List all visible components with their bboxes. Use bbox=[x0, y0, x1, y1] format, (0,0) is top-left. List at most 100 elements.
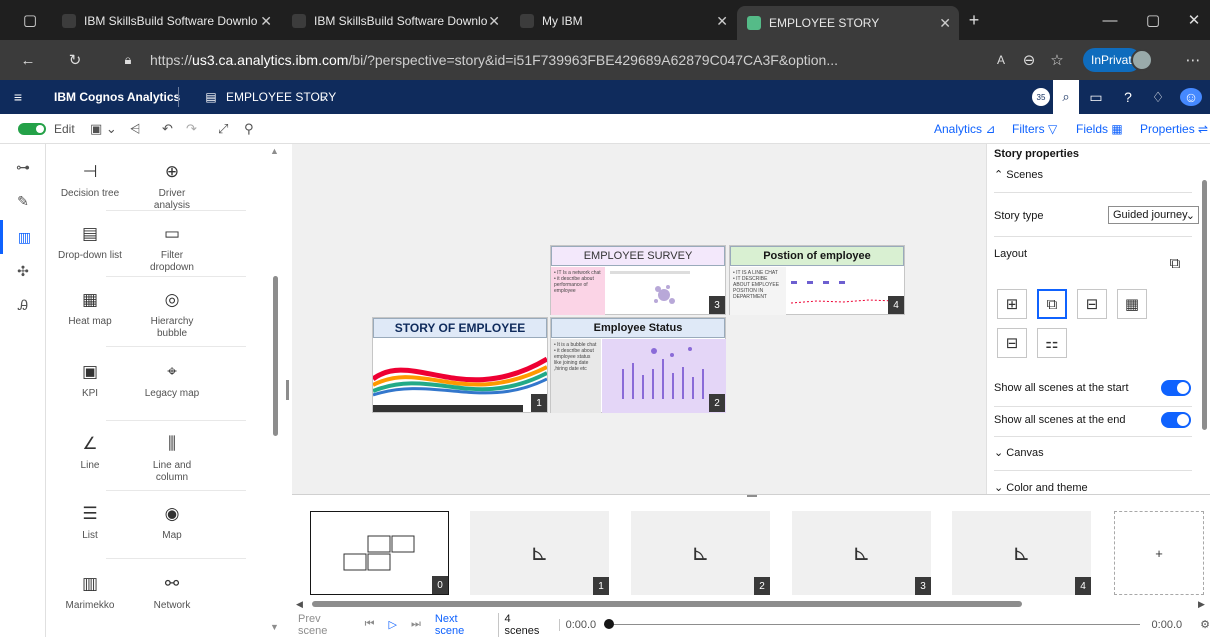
scroll-up-icon[interactable]: ▲ bbox=[270, 146, 279, 156]
new-tab-icon[interactable]: + bbox=[962, 8, 986, 32]
hamburger-menu-icon[interactable]: ≡ bbox=[8, 80, 28, 114]
search-icon[interactable]: ⌕ bbox=[1053, 80, 1079, 114]
properties-scrollbar[interactable] bbox=[1202, 180, 1207, 430]
minimize-icon[interactable]: — bbox=[1100, 10, 1120, 30]
palette-item-marimekko[interactable]: ▥ Marimekko bbox=[58, 566, 122, 634]
palette-item-heat-map[interactable]: ▦ Heat map bbox=[58, 282, 122, 350]
favorite-star-icon[interactable]: ☆ bbox=[1046, 50, 1068, 70]
canvas-section-header[interactable]: ⌄ Canvas bbox=[994, 446, 1044, 459]
close-tab-icon[interactable]: ✕ bbox=[488, 13, 500, 30]
scene-card-1[interactable]: STORY OF EMPLOYEE 1 bbox=[372, 317, 548, 413]
close-tab-icon[interactable]: ✕ bbox=[260, 13, 272, 30]
chat-icon[interactable]: ▭ bbox=[1086, 80, 1106, 114]
timeline-scrollbar[interactable] bbox=[312, 601, 1022, 607]
scene-card-2[interactable]: Employee Status • It is a bubble chat • … bbox=[550, 317, 726, 413]
skip-back-icon[interactable]: ⏮︎ bbox=[365, 618, 375, 631]
save-icon[interactable]: ▣ ⌄ bbox=[90, 114, 117, 144]
scene-card-4[interactable]: Postion of employee • IT IS A LINE CHAT … bbox=[729, 245, 905, 315]
palette-item-line[interactable]: ∠ Line bbox=[58, 426, 122, 494]
palette-item-decision-tree[interactable]: ⊣ Decision tree bbox=[58, 154, 122, 222]
layout-option-2[interactable]: ⧉ bbox=[1037, 289, 1067, 319]
text-media-icon[interactable]: Ꭿ bbox=[0, 288, 46, 322]
data-sources-icon[interactable]: ⊶ bbox=[0, 150, 46, 184]
pin-panel-icon[interactable]: ✎ bbox=[0, 184, 46, 218]
palette-item-legacy-map[interactable]: ⌖ Legacy map bbox=[140, 354, 204, 422]
bell-icon[interactable]: ♢ bbox=[1148, 80, 1168, 114]
add-scene-button[interactable]: + bbox=[1114, 511, 1204, 595]
layout-option-4[interactable]: ▦ bbox=[1117, 289, 1147, 319]
palette-item-driver-analysis[interactable]: ⊕ Driver analysis bbox=[140, 154, 204, 222]
help-icon[interactable]: ? bbox=[1118, 80, 1138, 114]
palette-item-filter-dropdown[interactable]: ▭ Filter dropdown bbox=[140, 216, 204, 284]
inprivate-badge[interactable]: InPrivate bbox=[1083, 48, 1153, 72]
product-name: IBM Cognos Analytics bbox=[54, 90, 181, 104]
show-end-toggle[interactable] bbox=[1161, 412, 1191, 428]
panel-resize-handle[interactable] bbox=[286, 380, 289, 400]
skip-forward-icon[interactable]: ⏭︎ bbox=[411, 618, 421, 631]
scene-thumb-1[interactable]: ⊾ 1 bbox=[470, 511, 609, 595]
chevron-down-icon[interactable]: ⌄ bbox=[316, 80, 330, 114]
layout-option-1[interactable]: ⊞ bbox=[997, 289, 1027, 319]
prev-scene-button[interactable]: Prev scene bbox=[298, 613, 351, 637]
palette-scrollbar[interactable] bbox=[273, 276, 278, 436]
layout-option-3[interactable]: ⊟ bbox=[1077, 289, 1107, 319]
palette-item-hierarchy-bubble[interactable]: ◎ Hierarchy bubble bbox=[140, 282, 204, 350]
browser-tab-1[interactable]: IBM SkillsBuild Software Downlo ✕ bbox=[52, 6, 280, 36]
redo-icon[interactable]: ↷ bbox=[186, 114, 197, 144]
tab-actions-icon[interactable]: ▢ bbox=[20, 10, 40, 30]
scroll-right-icon[interactable]: ▶ bbox=[1198, 599, 1205, 610]
palette-item-list[interactable]: ☰ List bbox=[58, 496, 122, 564]
share-icon[interactable]: ⩤ bbox=[130, 114, 140, 144]
profile-avatar[interactable] bbox=[1131, 49, 1153, 71]
scene-thumb-4[interactable]: ⊾ 4 bbox=[952, 511, 1091, 595]
scene-thumb-3[interactable]: ⊾ 3 bbox=[792, 511, 931, 595]
scene-thumb-2[interactable]: ⊾ 2 bbox=[631, 511, 770, 595]
scroll-left-icon[interactable]: ◀ bbox=[296, 599, 303, 610]
scene-thumb-0[interactable]: 0 bbox=[310, 511, 449, 595]
show-start-toggle[interactable] bbox=[1161, 380, 1191, 396]
palette-item-drop-down-list[interactable]: ▤ Drop-down list bbox=[58, 216, 122, 284]
color-section-header[interactable]: ⌄ Color and theme bbox=[994, 481, 1088, 494]
fields-button[interactable]: Fields ▦ bbox=[1076, 114, 1123, 144]
close-tab-icon[interactable]: ✕ bbox=[716, 13, 728, 30]
layout-option-6[interactable]: ⚏ bbox=[1037, 328, 1067, 358]
more-menu-icon[interactable]: ⋯ bbox=[1182, 50, 1204, 70]
timeline-scrubber[interactable] bbox=[604, 619, 1140, 629]
analytics-button[interactable]: Analytics ⊿ bbox=[934, 114, 995, 144]
edit-toggle[interactable] bbox=[18, 114, 48, 144]
palette-item-label: List bbox=[82, 530, 98, 541]
expand-icon[interactable]: ⤢ bbox=[218, 114, 228, 144]
close-tab-icon[interactable]: ✕ bbox=[939, 15, 951, 32]
back-icon[interactable]: ← bbox=[18, 50, 38, 70]
palette-item-map[interactable]: ◉ Map bbox=[140, 496, 204, 564]
browser-tab-3[interactable]: My IBM ✕ bbox=[510, 6, 736, 36]
notifications-badge[interactable]: 35 bbox=[1032, 88, 1050, 106]
layout-option-5[interactable]: ⊟ bbox=[997, 328, 1027, 358]
zoom-icon[interactable]: ⊖ bbox=[1018, 50, 1040, 70]
browser-tab-4[interactable]: EMPLOYEE STORY ✕ bbox=[737, 6, 959, 40]
url-field[interactable]: https://us3.ca.analytics.ibm.com/bi/?per… bbox=[150, 46, 970, 74]
palette-item-line-and-column[interactable]: ⫼ Line and column bbox=[140, 426, 204, 494]
undo-icon[interactable]: ↶ bbox=[162, 114, 173, 144]
filters-button[interactable]: Filters ▽ bbox=[1012, 114, 1057, 144]
refresh-icon[interactable]: ↻ bbox=[65, 50, 85, 70]
read-aloud-icon[interactable]: A bbox=[990, 50, 1012, 70]
widgets-icon[interactable]: ✣ bbox=[0, 254, 46, 288]
strip-handle[interactable] bbox=[747, 495, 757, 497]
palette-item-kpi[interactable]: ▣ KPI bbox=[58, 354, 122, 422]
restore-icon[interactable]: ▢ bbox=[1143, 10, 1163, 30]
settings-icon[interactable]: ⚙ bbox=[1200, 618, 1210, 631]
browser-tab-2[interactable]: IBM SkillsBuild Software Downlo ✕ bbox=[282, 6, 508, 36]
palette-item-network[interactable]: ⚯ Network bbox=[140, 566, 204, 634]
play-icon[interactable]: ▷ bbox=[389, 618, 397, 631]
story-type-select[interactable]: Guided journey ⌄ bbox=[1108, 206, 1199, 224]
user-icon[interactable]: ☺ bbox=[1180, 88, 1202, 106]
properties-button[interactable]: Properties ⇌ bbox=[1140, 114, 1208, 144]
visualizations-icon[interactable]: ▥ bbox=[0, 220, 46, 254]
pin-icon[interactable]: ⚲ bbox=[244, 114, 254, 144]
scene-card-3[interactable]: EMPLOYEE SURVEY • IT Is a network chat •… bbox=[550, 245, 726, 315]
scroll-down-icon[interactable]: ▼ bbox=[270, 622, 279, 632]
close-window-icon[interactable]: ✕ bbox=[1184, 10, 1204, 30]
scenes-section-header[interactable]: ⌃ Scenes bbox=[994, 168, 1043, 181]
next-scene-button[interactable]: Next scene bbox=[435, 613, 488, 637]
